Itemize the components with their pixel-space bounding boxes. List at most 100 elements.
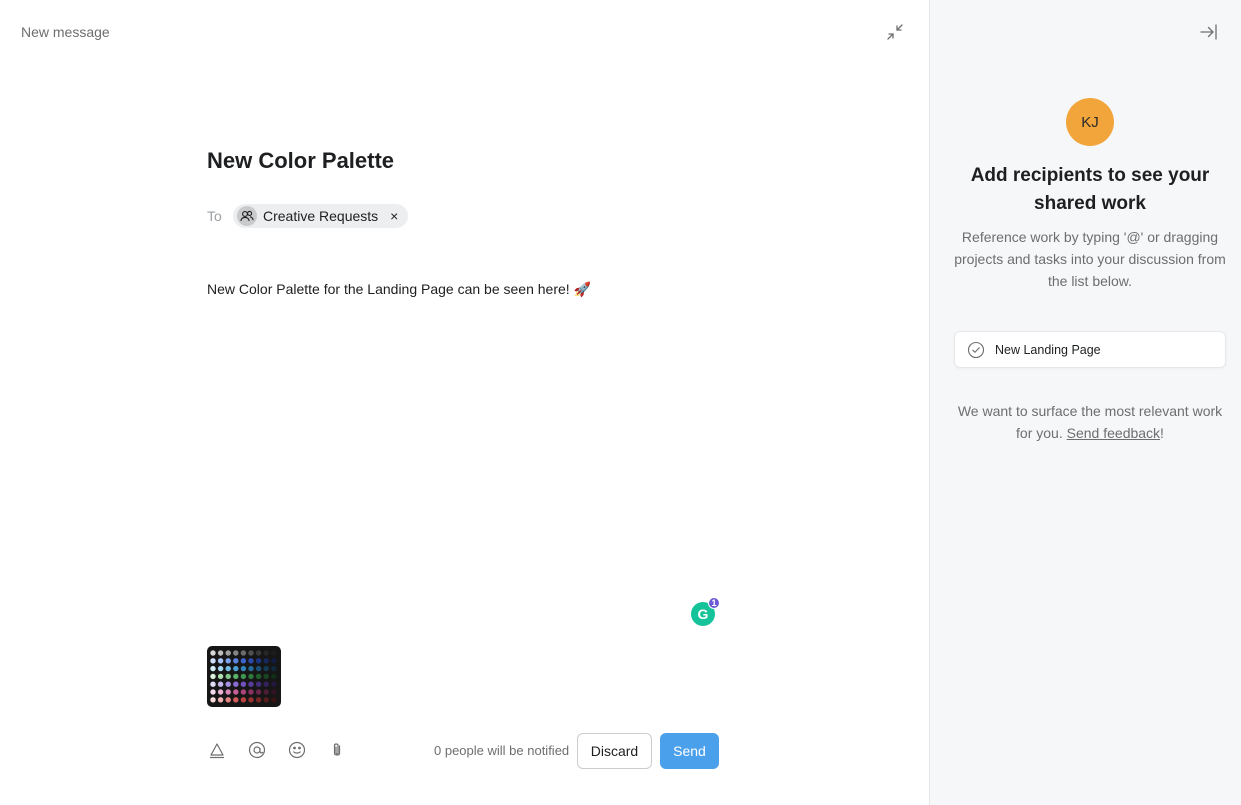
- palette-swatch: [271, 658, 277, 664]
- palette-swatch: [217, 697, 224, 703]
- palette-swatch: [248, 658, 254, 664]
- palette-swatch: [233, 658, 239, 664]
- team-icon: [237, 206, 257, 226]
- palette-swatch: [240, 665, 247, 672]
- palette-swatch: [225, 650, 231, 656]
- emoji-icon: [288, 741, 306, 759]
- attach-file-button[interactable]: [327, 740, 347, 760]
- palette-swatch: [263, 658, 269, 664]
- work-item-label: New Landing Page: [995, 342, 1101, 357]
- check-circle-icon: [967, 341, 985, 358]
- palette-swatch: [240, 681, 247, 687]
- palette-swatch: [263, 697, 269, 703]
- palette-swatch: [271, 665, 277, 672]
- palette-swatch: [255, 658, 262, 664]
- palette-swatch: [240, 650, 247, 656]
- send-feedback-link[interactable]: Send feedback: [1067, 425, 1160, 441]
- avatar: KJ: [1066, 98, 1114, 146]
- close-sidebar-button[interactable]: [1199, 22, 1219, 42]
- palette-swatch: [210, 681, 216, 687]
- mention-icon: [248, 741, 266, 759]
- palette-swatch: [225, 681, 231, 687]
- message-subject[interactable]: New Color Palette: [207, 148, 394, 174]
- palette-swatch: [217, 650, 224, 656]
- notify-count-text: 0 people will be notified: [434, 743, 570, 758]
- palette-swatch: [210, 658, 216, 664]
- palette-swatch: [263, 665, 269, 672]
- palette-swatch: [263, 689, 269, 695]
- palette-swatch: [255, 689, 262, 695]
- palette-swatch: [271, 673, 277, 680]
- palette-swatch: [240, 658, 247, 664]
- palette-swatch: [263, 681, 269, 687]
- palette-swatch: [255, 697, 262, 703]
- palette-swatch: [225, 665, 231, 672]
- window-title: New message: [21, 24, 110, 40]
- sidebar-description: Reference work by typing '@' or dragging…: [954, 229, 1226, 289]
- palette-swatch: [255, 681, 262, 687]
- palette-swatch: [240, 697, 247, 703]
- palette-swatch: [225, 697, 231, 703]
- palette-swatch: [248, 650, 254, 656]
- compose-toolbar: [207, 740, 347, 760]
- paperclip-icon: [333, 743, 341, 756]
- message-body[interactable]: New Color Palette for the Landing Page c…: [207, 281, 591, 298]
- send-button[interactable]: Send: [660, 733, 719, 769]
- emoji-button[interactable]: [287, 740, 307, 760]
- palette-swatch: [210, 665, 216, 672]
- remove-recipient-button[interactable]: ×: [390, 208, 398, 224]
- footer-suffix: !: [1160, 425, 1164, 441]
- recipients-sidebar: KJ Add recipients to see your shared wor…: [929, 0, 1241, 805]
- palette-swatch: [248, 673, 254, 680]
- text-format-button[interactable]: [207, 740, 227, 760]
- work-item-new-landing-page[interactable]: New Landing Page: [954, 331, 1226, 368]
- mention-button[interactable]: [247, 740, 267, 760]
- palette-swatch: [225, 689, 231, 695]
- palette-swatch: [240, 673, 247, 680]
- palette-swatch: [271, 681, 277, 687]
- palette-swatch: [233, 665, 239, 672]
- palette-swatch: [248, 697, 254, 703]
- palette-swatch: [233, 689, 239, 695]
- palette-swatch: [233, 697, 239, 703]
- palette-swatch: [210, 650, 216, 656]
- palette-swatch: [271, 689, 277, 695]
- palette-swatch: [217, 689, 224, 695]
- palette-swatch: [255, 665, 262, 672]
- palette-swatch: [271, 697, 277, 703]
- palette-swatch: [217, 681, 224, 687]
- palette-swatch: [263, 673, 269, 680]
- compose-panel: New message New Color Palette To Creativ…: [0, 0, 929, 805]
- palette-swatch: [248, 689, 254, 695]
- palette-swatch: [233, 650, 239, 656]
- to-label: To: [207, 208, 222, 224]
- sidebar-footer: We want to surface the most relevant wor…: [950, 400, 1230, 444]
- palette-swatch: [255, 673, 262, 680]
- palette-swatch: [210, 673, 216, 680]
- palette-swatch: [248, 665, 254, 672]
- palette-swatch: [217, 665, 224, 672]
- palette-swatch: [233, 681, 239, 687]
- grammarly-count-badge: 1: [708, 597, 720, 609]
- palette-swatch: [263, 650, 269, 656]
- palette-swatch: [240, 689, 247, 695]
- recipient-name: Creative Requests: [263, 208, 379, 224]
- attachment-thumbnail[interactable]: [207, 646, 281, 707]
- palette-swatch: [217, 658, 224, 664]
- discard-button[interactable]: Discard: [577, 733, 652, 769]
- palette-swatch: [233, 673, 239, 680]
- text-format-icon: [210, 743, 224, 759]
- collapse-right-icon: [1200, 24, 1217, 40]
- palette-swatch: [248, 681, 254, 687]
- palette-swatch: [225, 658, 231, 664]
- palette-swatch: [271, 650, 277, 656]
- palette-swatch: [210, 689, 216, 695]
- palette-swatch: [225, 673, 231, 680]
- sidebar-heading: Add recipients to see your shared work: [970, 165, 1210, 214]
- recipient-chip[interactable]: Creative Requests ×: [233, 204, 409, 228]
- palette-swatch: [255, 650, 262, 656]
- collapse-icon: [887, 24, 903, 40]
- palette-swatch: [217, 673, 224, 680]
- collapse-button[interactable]: [885, 22, 905, 42]
- palette-swatch: [210, 697, 216, 703]
